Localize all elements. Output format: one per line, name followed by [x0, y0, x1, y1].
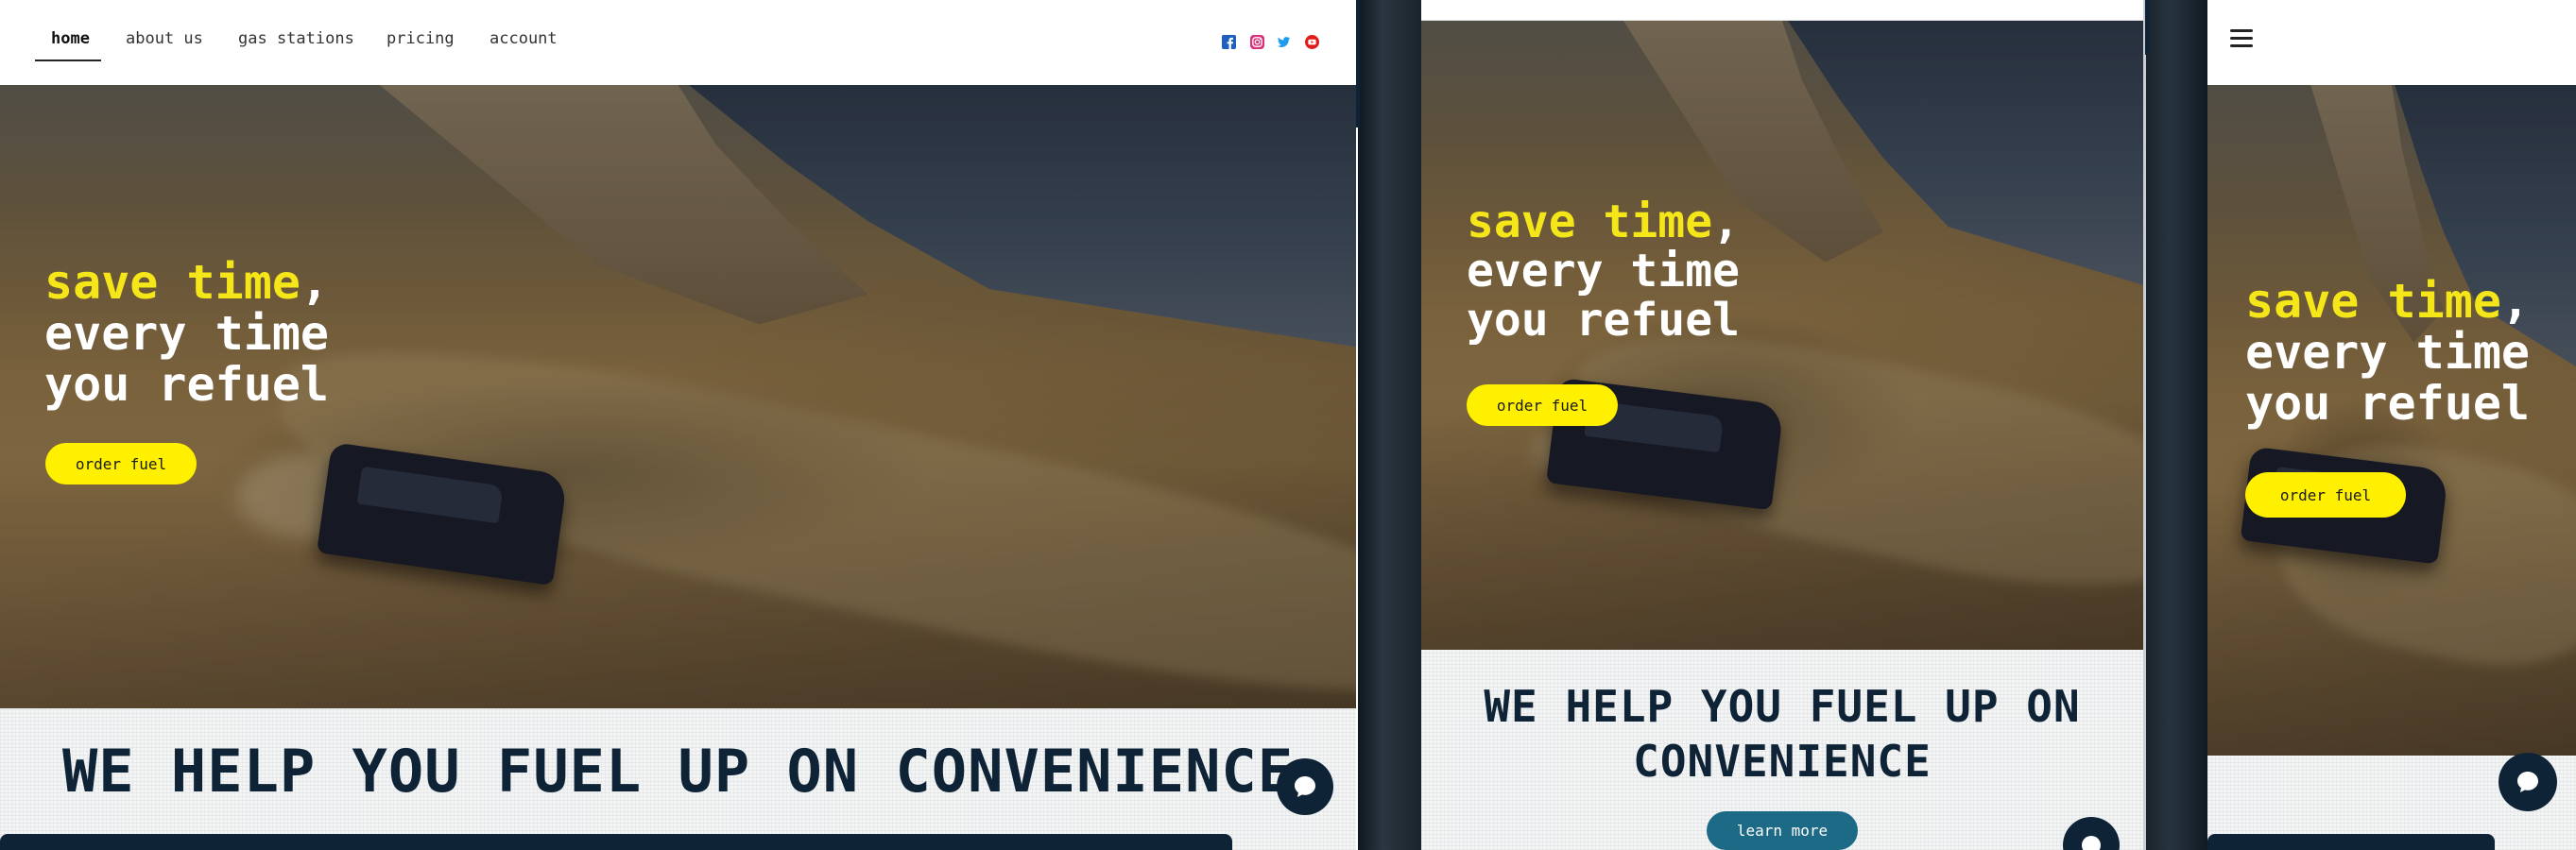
tablet-hero-heading: save time, every time you refuel — [1467, 196, 1740, 347]
nav-pricing[interactable]: pricing — [386, 29, 455, 48]
hero-line-2: every time — [44, 306, 330, 361]
mobile-bottom-bar — [2207, 834, 2495, 850]
mobile-chat-bubble-icon — [2517, 772, 2538, 792]
nav-active-underline — [35, 60, 101, 61]
nav-account[interactable]: account — [489, 29, 558, 48]
instagram-icon[interactable] — [1249, 34, 1264, 49]
hero-line-3: you refuel — [44, 357, 330, 412]
nav-gas-stations[interactable]: gas stations — [238, 29, 354, 48]
tablet-frame — [1358, 0, 1421, 850]
top-nav: home about us gas stations pricing accou… — [0, 0, 1356, 85]
chat-bubble-icon — [1295, 776, 1315, 797]
phone-frame — [2143, 0, 2207, 850]
twitter-icon[interactable] — [1276, 34, 1291, 49]
chat-button[interactable] — [1277, 758, 1333, 815]
tablet-preview: save time, every time you refuel order f… — [1421, 0, 2143, 850]
mobile-chat-button[interactable] — [2499, 753, 2557, 811]
tablet-order-fuel-button[interactable]: order fuel — [1467, 384, 1618, 426]
youtube-icon[interactable] — [1304, 34, 1319, 49]
phone-frame-accent — [2145, 0, 2149, 55]
tablet-chat-bubble-icon — [2082, 836, 2101, 850]
nav-about-us[interactable]: about us — [126, 29, 203, 48]
nav-home[interactable]: home — [51, 29, 90, 48]
tablet-top-nav — [1421, 0, 2143, 21]
bottom-bar — [0, 834, 1232, 850]
tablet-frame-accent — [1356, 0, 1360, 128]
hero-highlight: save time — [44, 255, 301, 310]
tablet-section-headline: WE HELP YOU FUEL UP ON CONVENIENCE — [1484, 681, 2081, 787]
mobile-top-nav — [2207, 0, 2576, 85]
hero-heading: save time, every time you refuel — [44, 255, 330, 412]
facebook-icon[interactable] — [1221, 34, 1236, 49]
mobile-preview: save time, every time you refuel order f… — [2207, 0, 2576, 850]
mobile-hero-heading: save time, every time you refuel — [2245, 274, 2531, 431]
hamburger-menu-icon[interactable] — [2230, 29, 2253, 48]
desktop-preview: home about us gas stations pricing accou… — [0, 0, 1358, 850]
order-fuel-button[interactable]: order fuel — [45, 443, 197, 484]
learn-more-button[interactable]: learn more — [1707, 811, 1858, 850]
section-headline: WE HELP YOU FUEL UP ON CONVENIENCE — [61, 737, 1295, 806]
mobile-order-fuel-button[interactable]: order fuel — [2245, 472, 2406, 518]
